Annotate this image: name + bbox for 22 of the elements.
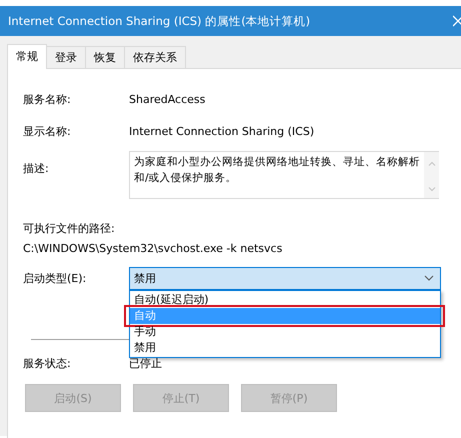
field-label: 显示名称: — [23, 124, 72, 138]
startup-type-dropdown[interactable]: 禁用 — [129, 266, 441, 290]
window-title: Internet Connection Sharing (ICS) 的属性(本地计算机) — [8, 14, 310, 28]
dropdown-option[interactable]: 自动(延迟启动) — [130, 292, 440, 308]
dropdown-option[interactable]: 手动 — [130, 324, 440, 340]
path-value: C:\WINDOWS\System32\svchost.exe -k netsvcs — [23, 241, 284, 257]
scroll-up-icon[interactable] — [428, 161, 436, 166]
chevron-down-icon — [424, 275, 434, 281]
tab[interactable]: 依存关系 — [124, 46, 186, 68]
dropdown-option[interactable]: 禁用 — [130, 340, 440, 356]
field-label: 启动类型(E): — [23, 270, 88, 286]
field-label: 服务名称: — [23, 92, 72, 106]
field-value: Internet Connection Sharing (ICS) — [129, 124, 314, 138]
description-box[interactable]: 为家庭和小型办公网络提供网络地址转换、寻址、名称解析和/或入侵保护服务。 — [129, 151, 439, 199]
close-icon[interactable] — [453, 15, 461, 27]
field-label: 描述: — [23, 161, 50, 176]
status-value: 已停止 — [129, 356, 162, 370]
field-value: SharedAccess — [129, 92, 206, 106]
scroll-down-icon[interactable] — [428, 187, 436, 192]
tab[interactable]: 常规 — [7, 44, 47, 69]
path-label: 可执行文件的路径: — [23, 221, 116, 237]
field-label: 服务状态: — [23, 356, 72, 370]
